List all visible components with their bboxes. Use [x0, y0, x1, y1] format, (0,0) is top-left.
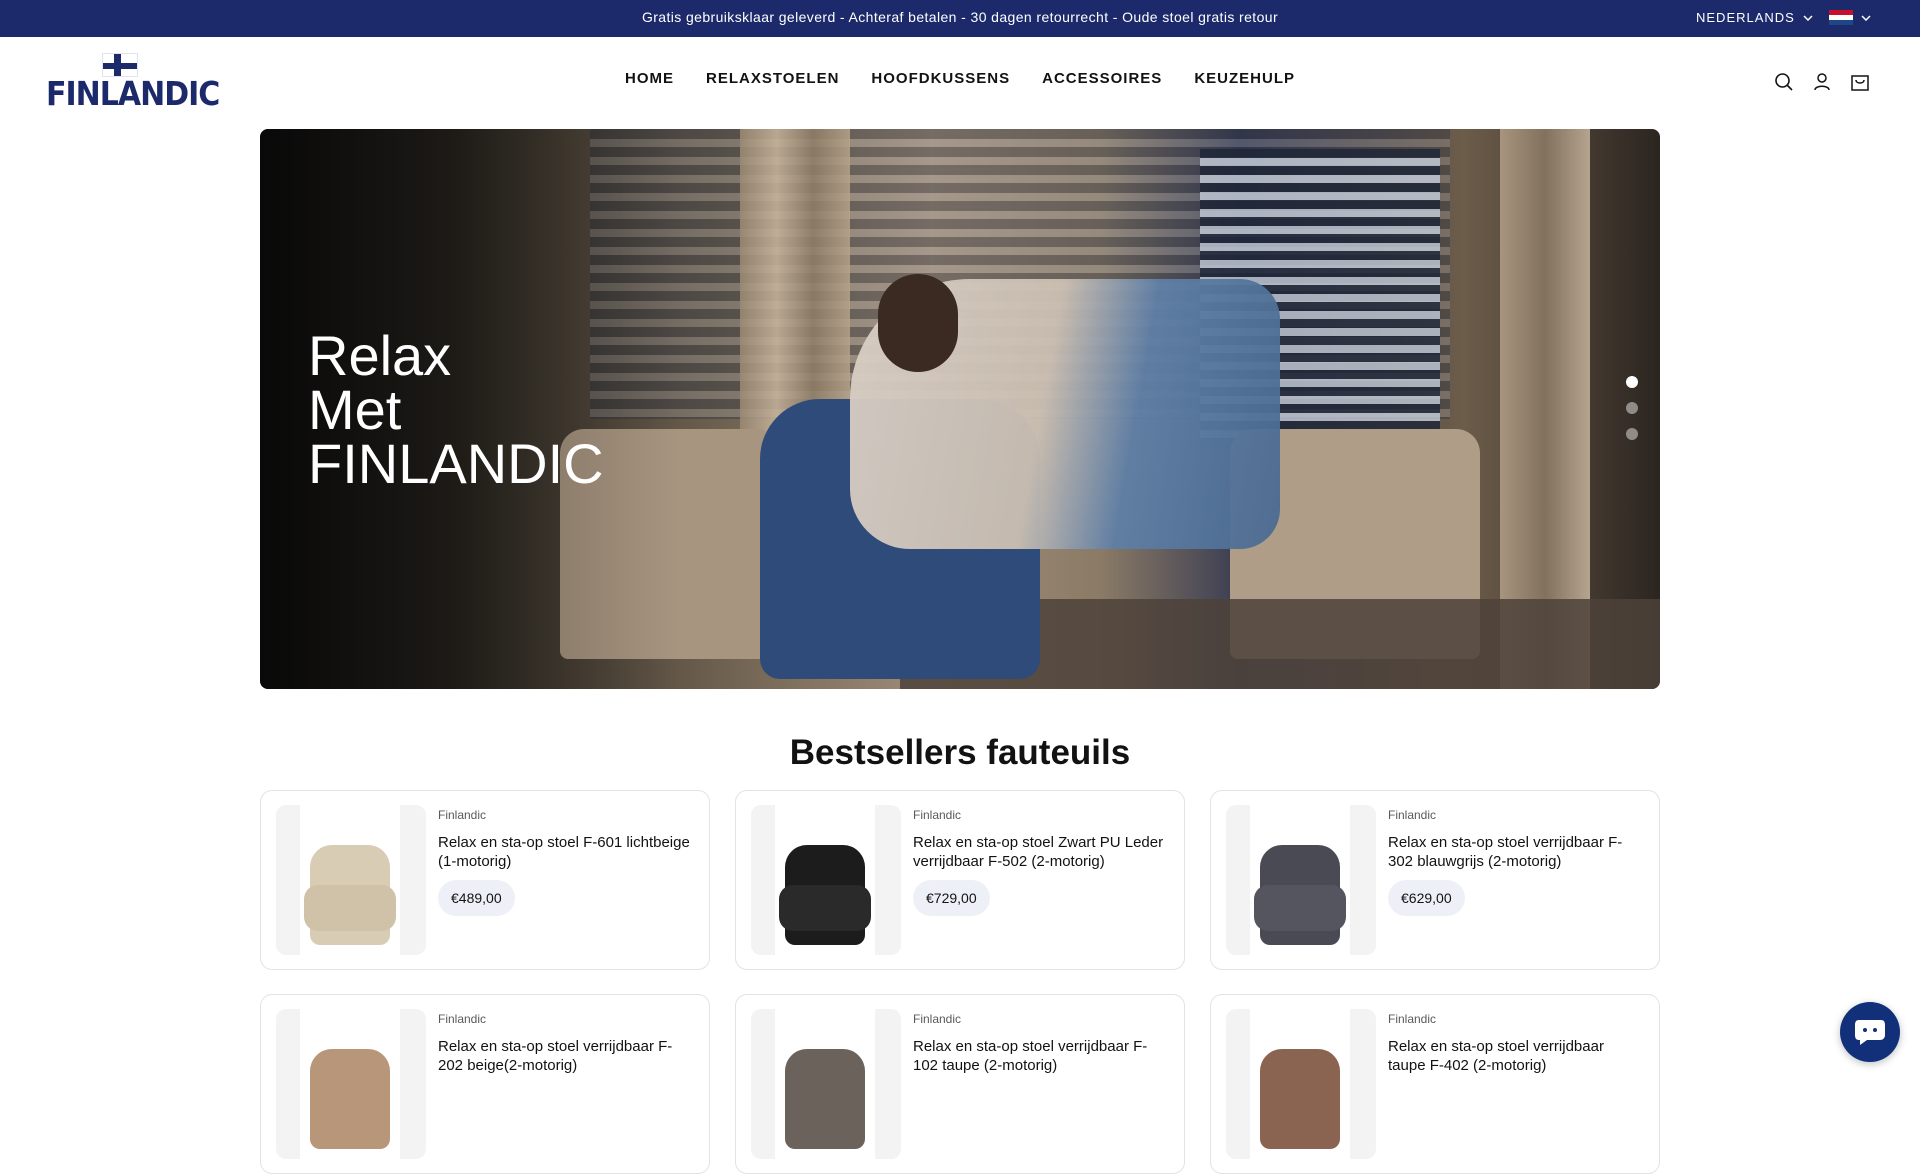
header-actions	[1773, 71, 1871, 93]
product-brand: Finlandic	[438, 808, 487, 822]
product-name[interactable]: Relax en sta-op stoel verrijdbaar taupe …	[1388, 1037, 1643, 1075]
hero-title-line: Relax	[308, 324, 452, 387]
nav-home[interactable]: HOME	[625, 70, 674, 87]
product-brand: Finlandic	[1388, 1012, 1437, 1026]
language-label: NEDERLANDS	[1696, 10, 1795, 25]
product-image	[751, 805, 901, 955]
hero-title-line: Met	[308, 378, 402, 441]
product-brand: Finlandic	[438, 1012, 487, 1026]
product-price: €489,00	[438, 880, 515, 916]
product-image	[1226, 1009, 1376, 1159]
nav-hoofdkussens[interactable]: HOOFDKUSSENS	[871, 70, 1010, 87]
product-image	[276, 1009, 426, 1159]
chevron-down-icon	[1803, 14, 1813, 21]
product-name[interactable]: Relax en sta-op stoel verrijdbaar F-102 …	[913, 1037, 1168, 1075]
nav-keuzehulp[interactable]: KEUZEHULP	[1194, 70, 1295, 87]
product-card[interactable]: Finlandic Relax en sta-op stoel verrijdb…	[1210, 790, 1660, 970]
hero-slideshow[interactable]: Relax Met FINLANDIC	[260, 129, 1660, 689]
product-brand: Finlandic	[913, 1012, 962, 1026]
announcement-bar: Gratis gebruiksklaar geleverd - Achteraf…	[0, 0, 1920, 37]
account-icon[interactable]	[1811, 71, 1833, 93]
product-brand: Finlandic	[913, 808, 962, 822]
product-card[interactable]: Finlandic Relax en sta-op stoel verrijdb…	[260, 994, 710, 1174]
hero-title: Relax Met FINLANDIC	[308, 324, 604, 495]
product-image	[1226, 805, 1376, 955]
product-brand: Finlandic	[1388, 808, 1437, 822]
product-image	[751, 1009, 901, 1159]
chat-icon	[1855, 1020, 1885, 1045]
netherlands-flag-icon	[1829, 10, 1853, 25]
slide-dot-3[interactable]	[1626, 428, 1638, 440]
site-header: FINLANDIC HOME RELAXSTOELEN HOOFDKUSSENS…	[0, 37, 1920, 129]
product-image	[276, 805, 426, 955]
main-nav: HOME RELAXSTOELEN HOOFDKUSSENS ACCESSOIR…	[0, 70, 1920, 87]
announcement-text: Gratis gebruiksklaar geleverd - Achteraf…	[641, 9, 1279, 25]
cart-icon[interactable]	[1849, 71, 1871, 93]
chat-button[interactable]	[1840, 1002, 1900, 1062]
product-card[interactable]: Finlandic Relax en sta-op stoel verrijdb…	[1210, 994, 1660, 1174]
product-name[interactable]: Relax en sta-op stoel Zwart PU Leder ver…	[913, 833, 1168, 871]
product-card[interactable]: Finlandic Relax en sta-op stoel Zwart PU…	[735, 790, 1185, 970]
product-card[interactable]: Finlandic Relax en sta-op stoel F-601 li…	[260, 790, 710, 970]
product-name[interactable]: Relax en sta-op stoel verrijdbaar F-202 …	[438, 1037, 693, 1075]
nav-relaxstoelen[interactable]: RELAXSTOELEN	[706, 70, 839, 87]
slide-dot-2[interactable]	[1626, 402, 1638, 414]
product-price: €629,00	[1388, 880, 1465, 916]
product-price: €729,00	[913, 880, 990, 916]
nav-accessoires[interactable]: ACCESSOIRES	[1042, 70, 1162, 87]
product-card[interactable]: Finlandic Relax en sta-op stoel verrijdb…	[735, 994, 1185, 1174]
country-selector[interactable]	[1829, 10, 1871, 25]
slide-indicators	[1626, 376, 1638, 440]
language-selector[interactable]: NEDERLANDS	[1696, 0, 1813, 35]
product-name[interactable]: Relax en sta-op stoel F-601 lichtbeige (…	[438, 833, 693, 871]
section-title: Bestsellers fauteuils	[789, 733, 1131, 772]
product-name[interactable]: Relax en sta-op stoel verrijdbaar F-302 …	[1388, 833, 1643, 871]
chevron-down-icon	[1861, 14, 1871, 21]
hero-title-line: FINLANDIC	[308, 432, 604, 495]
search-icon[interactable]	[1773, 71, 1795, 93]
slide-dot-1[interactable]	[1626, 376, 1638, 388]
product-grid: Finlandic Relax en sta-op stoel F-601 li…	[260, 790, 1660, 1174]
